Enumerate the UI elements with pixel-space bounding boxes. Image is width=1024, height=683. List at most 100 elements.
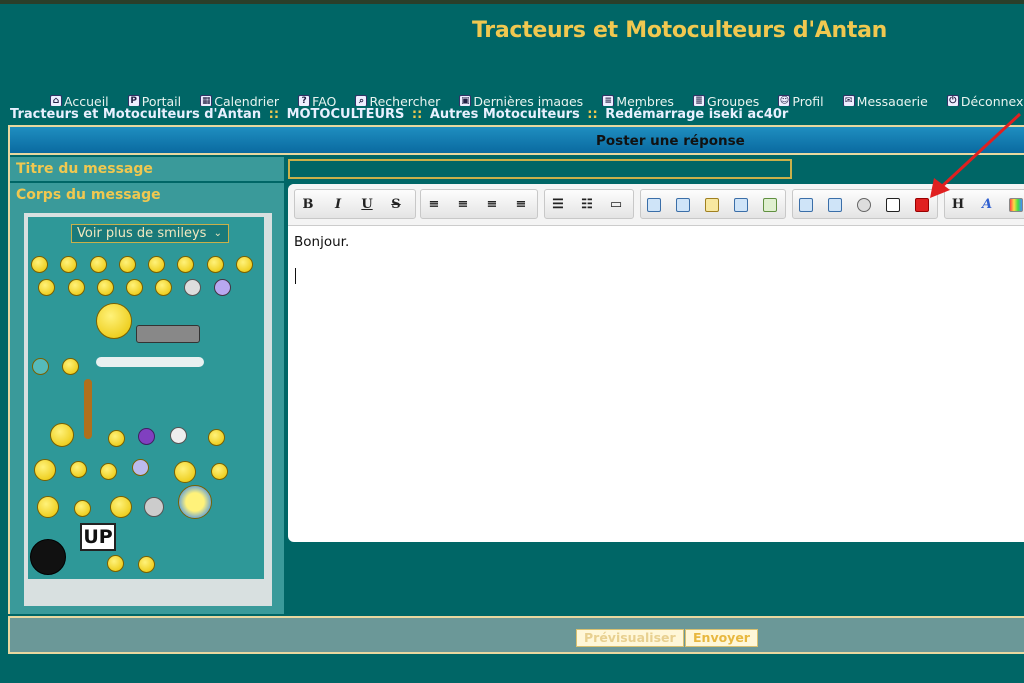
mail-icon: ✉ <box>842 95 855 106</box>
preview-button[interactable]: Prévisualiser <box>576 629 684 647</box>
nav-calendrier[interactable]: ▦ Calendrier <box>200 94 279 106</box>
align-left-icon[interactable]: ≡ <box>423 195 445 215</box>
smiley-icon[interactable] <box>74 500 91 517</box>
smiley-icon[interactable] <box>68 279 85 296</box>
breadcrumb-category[interactable]: MOTOCULTEURS <box>287 107 405 122</box>
nav-accueil[interactable]: ⌂ Accueil <box>50 94 109 106</box>
media-group <box>792 189 938 219</box>
smiley-icon[interactable] <box>236 256 253 273</box>
smiley-icon[interactable] <box>60 256 77 273</box>
smiley-icon[interactable] <box>50 423 74 447</box>
nav-deconnexion[interactable]: ⏻Déconnexion <box>946 94 1024 106</box>
smiley-icon[interactable] <box>100 463 117 480</box>
quote-icon[interactable] <box>643 195 665 215</box>
format-group: B I U S <box>294 189 416 219</box>
horizontal-rule-icon[interactable]: ▭ <box>605 195 627 215</box>
portal-icon: P <box>127 95 140 106</box>
bullet-list-icon[interactable]: ☰ <box>547 195 569 215</box>
smiley-icon[interactable] <box>70 461 87 478</box>
snow-base-icon <box>96 357 204 367</box>
smileys-select-label: Voir plus de smileys <box>77 226 207 241</box>
nav-label: FAQ <box>312 93 337 107</box>
smiley-icon[interactable] <box>211 463 228 480</box>
smiley-icon[interactable] <box>38 279 55 296</box>
smiley-gunner-icon[interactable] <box>96 303 132 339</box>
smiley-icon[interactable] <box>110 496 132 518</box>
smiley-icon[interactable] <box>138 428 155 445</box>
smiley-icon[interactable] <box>177 256 194 273</box>
smiley-icon[interactable] <box>184 279 201 296</box>
submit-bar: Prévisualiser Envoyer <box>8 616 1024 654</box>
logout-icon: ⏻ <box>946 95 959 106</box>
smiley-icon[interactable] <box>31 256 48 273</box>
title-input[interactable] <box>288 159 792 179</box>
align-center-icon[interactable]: ≡ <box>452 195 474 215</box>
spoiler-icon[interactable] <box>701 195 723 215</box>
nav-groupes[interactable]: ≣ Groupes <box>693 94 759 106</box>
smiley-icon[interactable] <box>174 461 196 483</box>
strike-button[interactable]: S <box>385 195 407 215</box>
nav-messagerie[interactable]: ✉ Messagerie <box>842 94 928 106</box>
up-sign-smiley-icon[interactable]: UP <box>80 523 116 551</box>
nav-profil[interactable]: ☺ Profil <box>778 94 824 106</box>
smiley-grid: Voir plus de smileys ⌄ UP <box>28 217 264 579</box>
message-editor[interactable]: B I U S ≡ ≡ ≡ ≡ ☰ ☷ ▭ H A Bonjour. <box>288 184 1024 542</box>
smiley-icon[interactable] <box>207 256 224 273</box>
smiley-icon[interactable] <box>107 555 124 572</box>
send-button[interactable]: Envoyer <box>685 629 758 647</box>
smiley-icon[interactable] <box>37 496 59 518</box>
smiley-icon[interactable] <box>208 429 225 446</box>
smiley-icon[interactable] <box>119 256 136 273</box>
italic-button[interactable]: I <box>327 195 349 215</box>
smiley-icon[interactable] <box>32 358 49 375</box>
smiley-icon[interactable] <box>62 358 79 375</box>
quote-shape <box>647 198 661 212</box>
images-icon: ▣ <box>459 95 472 106</box>
link-icon[interactable] <box>853 195 875 215</box>
text-caret <box>295 268 296 284</box>
embed-icon[interactable] <box>882 195 904 215</box>
nav-faq[interactable]: ? FAQ <box>298 93 337 107</box>
image-host-icon[interactable] <box>795 195 817 215</box>
smiley-icon[interactable] <box>148 256 165 273</box>
smiley-icon[interactable] <box>214 279 231 296</box>
numbered-list-icon[interactable]: ☷ <box>576 195 598 215</box>
hide-shape <box>734 198 748 212</box>
breadcrumb-home[interactable]: Tracteurs et Motoculteurs d'Antan <box>10 107 261 122</box>
code-icon[interactable] <box>672 195 694 215</box>
nav-rechercher[interactable]: ⌕ Rechercher <box>355 94 440 106</box>
breadcrumb-forum[interactable]: Autres Motoculteurs <box>430 107 580 122</box>
baseball-bat-icon <box>84 379 92 439</box>
site-title[interactable]: Tracteurs et Motoculteurs d'Antan <box>472 18 887 43</box>
smiley-icon[interactable] <box>132 459 149 476</box>
editor-content[interactable]: Bonjour. <box>294 234 349 250</box>
smileys-select[interactable]: Voir plus de smileys ⌄ <box>71 224 229 243</box>
bold-button[interactable]: B <box>297 195 319 215</box>
groups-icon: ≣ <box>693 95 706 106</box>
smiley-icon[interactable] <box>34 459 56 481</box>
nav-label: Membres <box>616 93 674 107</box>
nav-dernieres-images[interactable]: ▣ Dernières images <box>459 93 584 107</box>
gatling-gun-icon <box>136 325 200 343</box>
smiley-icon[interactable] <box>90 256 107 273</box>
smiley-icon[interactable] <box>170 427 187 444</box>
smiley-icon[interactable] <box>97 279 114 296</box>
nav-label: Dernières images <box>473 93 584 107</box>
smiley-icon[interactable] <box>144 497 164 517</box>
nav-membres[interactable]: ≡ Membres <box>602 93 674 107</box>
image-icon[interactable] <box>824 195 846 215</box>
smiley-icon[interactable] <box>108 430 125 447</box>
table-icon[interactable] <box>759 195 781 215</box>
hide-icon[interactable] <box>730 195 752 215</box>
afro-smiley-icon[interactable] <box>30 539 66 575</box>
breadcrumb-topic[interactable]: Redémarrage iseki ac40r <box>605 107 788 122</box>
body-label: Corps du message <box>16 187 161 203</box>
smiley-icon[interactable] <box>138 556 155 573</box>
nav-portail[interactable]: P Portail <box>127 94 181 106</box>
smiley-icon[interactable] <box>178 485 212 519</box>
smiley-icon[interactable] <box>155 279 172 296</box>
smiley-icon[interactable] <box>126 279 143 296</box>
align-right-icon[interactable]: ≡ <box>481 195 503 215</box>
align-justify-icon[interactable]: ≡ <box>510 195 532 215</box>
underline-button[interactable]: U <box>356 195 378 215</box>
